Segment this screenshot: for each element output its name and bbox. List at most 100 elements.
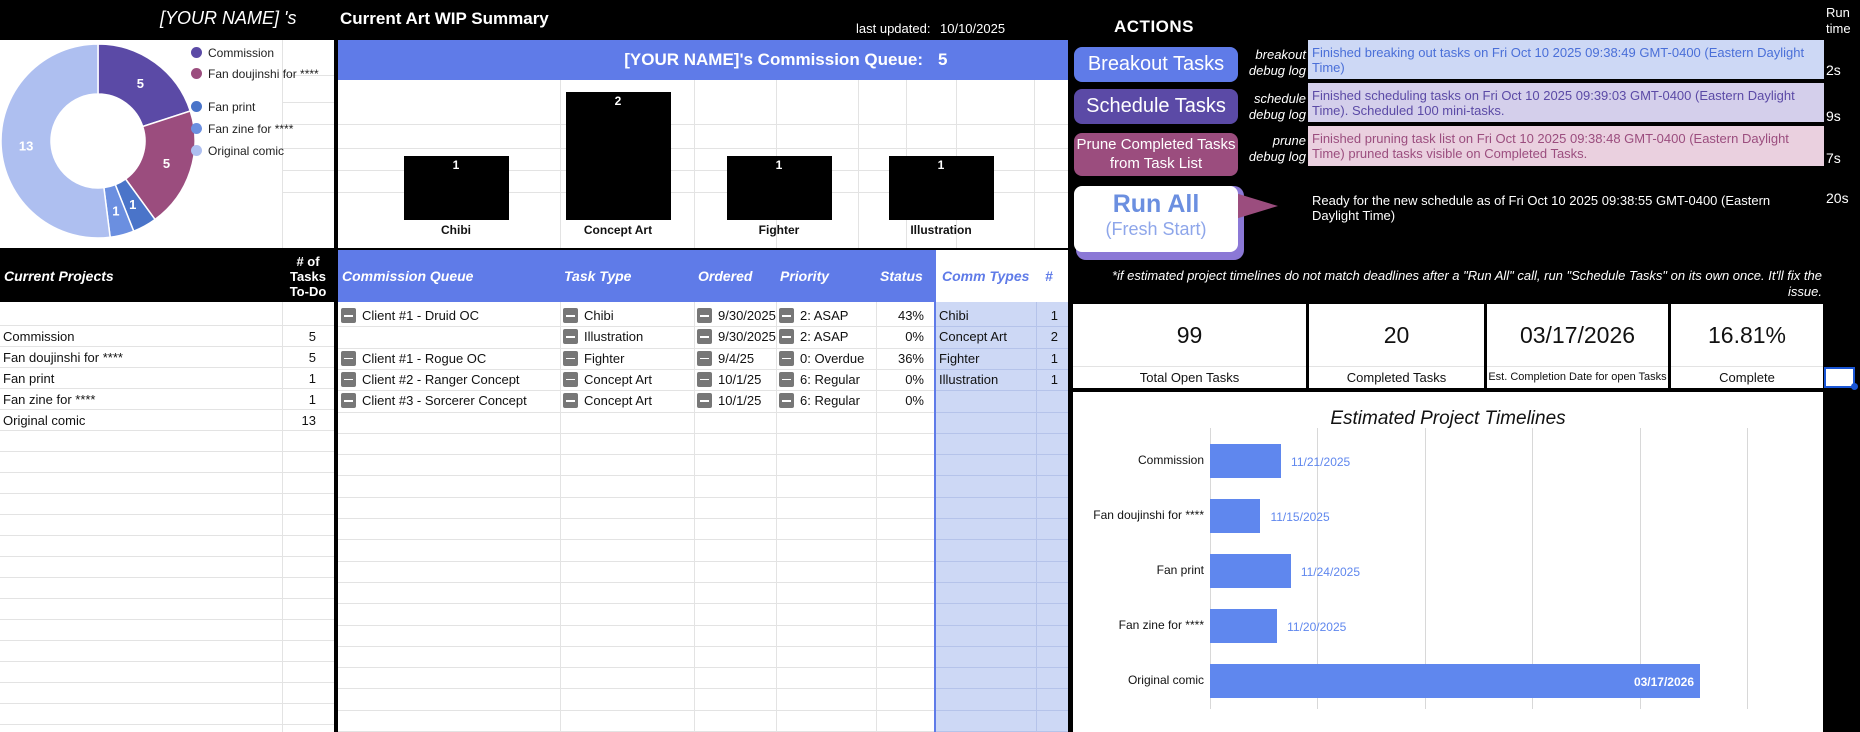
donut-legend-item: Commission bbox=[191, 46, 328, 60]
comm-type-count-text: 1 bbox=[1050, 308, 1058, 323]
collapse-minus-icon[interactable] bbox=[697, 308, 712, 323]
donut-slice-label-3: 1 bbox=[112, 204, 119, 219]
queue-task-type-text: Concept Art bbox=[584, 371, 652, 387]
collapse-minus-icon[interactable] bbox=[779, 371, 794, 387]
queue-priority[interactable]: 6: Regular bbox=[779, 393, 860, 409]
legend-dot-icon bbox=[191, 145, 202, 156]
timeline-category-label: Original comic bbox=[1127, 673, 1204, 687]
collapse-minus-icon[interactable] bbox=[563, 371, 578, 387]
col-comm-types: Comm Types bbox=[942, 268, 1030, 284]
queue-status-text: 0% bbox=[905, 371, 924, 387]
queue-task-type[interactable]: Concept Art bbox=[563, 371, 652, 387]
col-current-projects: Current Projects bbox=[4, 268, 114, 284]
breakout-tasks-button[interactable]: Breakout Tasks bbox=[1074, 47, 1238, 82]
queue-client[interactable]: Client #1 - Druid OC bbox=[341, 308, 479, 323]
queue-client-text: Client #2 - Ranger Concept bbox=[362, 371, 520, 387]
run-time-title: Run time bbox=[1826, 5, 1851, 36]
stat-total-open: 99 Total Open Tasks bbox=[1073, 304, 1306, 388]
bar-value-label: 1 bbox=[775, 158, 783, 172]
comm-type-count: 1 bbox=[1036, 308, 1058, 323]
commission-queue-count: 5 bbox=[938, 50, 948, 69]
timeline-bar bbox=[1210, 499, 1261, 533]
donut-slice-label-0: 5 bbox=[137, 76, 144, 91]
run-all-log: Ready for the new schedule as of Fri Oct… bbox=[1312, 193, 1771, 223]
queue-ordered-date[interactable]: 10/1/25 bbox=[697, 393, 761, 409]
queue-client[interactable]: Client #2 - Ranger Concept bbox=[341, 371, 520, 387]
comm-types-table-header: Comm Types # bbox=[936, 250, 1068, 302]
collapse-minus-icon[interactable] bbox=[697, 371, 712, 387]
queue-priority[interactable]: 2: ASAP bbox=[779, 329, 849, 345]
commission-queue-title: [YOUR NAME]'s Commission Queue: bbox=[624, 50, 923, 69]
collapse-minus-icon[interactable] bbox=[341, 393, 356, 409]
timeline-title: Estimated Project Timelines bbox=[1330, 408, 1566, 429]
queue-priority-text: 6: Regular bbox=[800, 371, 860, 387]
schedule-debug-log-label: schedule debug log bbox=[1248, 91, 1306, 122]
queue-ordered-date[interactable]: 9/4/25 bbox=[697, 350, 754, 366]
queue-priority-text: 6: Regular bbox=[800, 393, 860, 409]
donut-legend-item: Original comic bbox=[191, 144, 328, 158]
run-all-button[interactable]: Run All (Fresh Start) bbox=[1074, 186, 1238, 252]
queue-client[interactable]: Client #3 - Sorcerer Concept bbox=[341, 393, 527, 409]
stat-est-completion-value: 03/17/2026 bbox=[1519, 322, 1636, 348]
queue-status-text: 43% bbox=[897, 308, 924, 323]
bar-value-label: 2 bbox=[614, 94, 622, 108]
queue-priority[interactable]: 6: Regular bbox=[779, 371, 860, 387]
timeline-category-label: Commission bbox=[1137, 453, 1204, 467]
queue-ordered-date[interactable]: 9/30/2025 bbox=[697, 329, 776, 345]
collapse-minus-icon[interactable] bbox=[779, 308, 794, 323]
legend-dot-icon bbox=[191, 101, 202, 112]
schedule-tasks-button[interactable]: Schedule Tasks bbox=[1074, 89, 1238, 124]
prune-completed-tasks-button[interactable]: Prune Completed Tasks from Task List bbox=[1074, 133, 1238, 176]
queue-client[interactable]: Client #1 - Rogue OC bbox=[341, 350, 486, 366]
queue-task-type[interactable]: Fighter bbox=[563, 350, 624, 366]
legend-dot-icon bbox=[191, 68, 202, 79]
collapse-minus-icon[interactable] bbox=[563, 350, 578, 366]
bar-category-label: Chibi bbox=[441, 223, 471, 237]
run-all-runtime: 20s bbox=[1826, 190, 1849, 206]
queue-client-text: Client #3 - Sorcerer Concept bbox=[362, 393, 527, 409]
collapse-minus-icon[interactable] bbox=[779, 350, 794, 366]
comm-type-name: Illustration bbox=[939, 372, 998, 387]
prune-log: Finished pruning task list on Fri Oct 10… bbox=[1308, 126, 1824, 166]
collapse-minus-icon[interactable] bbox=[697, 329, 712, 345]
collapse-minus-icon[interactable] bbox=[779, 329, 794, 345]
project-task-count: 5 bbox=[308, 350, 316, 365]
comm-type-count: 1 bbox=[1036, 351, 1058, 366]
breakout-log: Finished breaking out tasks on Fri Oct 1… bbox=[1308, 40, 1824, 79]
comm-type-name-text: Illustration bbox=[939, 371, 999, 387]
queue-task-type[interactable]: Concept Art bbox=[563, 393, 652, 409]
collapse-minus-icon[interactable] bbox=[779, 393, 794, 409]
queue-priority-text: 2: ASAP bbox=[800, 329, 849, 345]
queue-task-type[interactable]: Chibi bbox=[563, 308, 614, 323]
collapse-minus-icon[interactable] bbox=[341, 308, 356, 323]
collapse-minus-icon[interactable] bbox=[563, 308, 578, 323]
collapse-minus-icon[interactable] bbox=[563, 329, 578, 345]
queue-ordered-date-text: 9/30/2025 bbox=[718, 329, 776, 345]
timeline-category-label: Fan print bbox=[1156, 563, 1204, 577]
donut-slice-4 bbox=[0, 43, 111, 239]
bar-value-label: 1 bbox=[937, 158, 945, 172]
stat-est-completion: 03/17/2026 Est. Completion Date for open… bbox=[1487, 304, 1668, 388]
collapse-minus-icon[interactable] bbox=[341, 350, 356, 366]
collapse-minus-icon[interactable] bbox=[341, 371, 356, 387]
queue-ordered-date[interactable]: 9/30/2025 bbox=[697, 308, 776, 323]
last-updated-value: 10/10/2025 bbox=[940, 21, 1006, 36]
run-all-label: Run All bbox=[1112, 190, 1200, 218]
projects-table-body bbox=[0, 302, 334, 732]
timeline-value-label: 11/21/2025 bbox=[1291, 455, 1351, 469]
queue-task-type-text: Illustration bbox=[584, 329, 644, 345]
queue-status-text: 0% bbox=[905, 329, 924, 345]
queue-priority[interactable]: 2: ASAP bbox=[779, 308, 848, 323]
collapse-minus-icon[interactable] bbox=[563, 393, 578, 409]
legend-label: Original comic bbox=[208, 144, 285, 158]
legend-dot-icon bbox=[191, 123, 202, 134]
queue-ordered-date[interactable]: 10/1/25 bbox=[697, 371, 761, 387]
queue-task-type[interactable]: Illustration bbox=[563, 329, 644, 345]
selection-handle[interactable] bbox=[1851, 383, 1858, 390]
col-comm-count: # bbox=[1045, 268, 1053, 284]
collapse-minus-icon[interactable] bbox=[697, 350, 712, 366]
queue-priority[interactable]: 0: Overdue bbox=[779, 350, 864, 366]
col-priority: Priority bbox=[780, 268, 830, 284]
donut-slice-label-2: 1 bbox=[129, 197, 136, 212]
collapse-minus-icon[interactable] bbox=[697, 393, 712, 409]
